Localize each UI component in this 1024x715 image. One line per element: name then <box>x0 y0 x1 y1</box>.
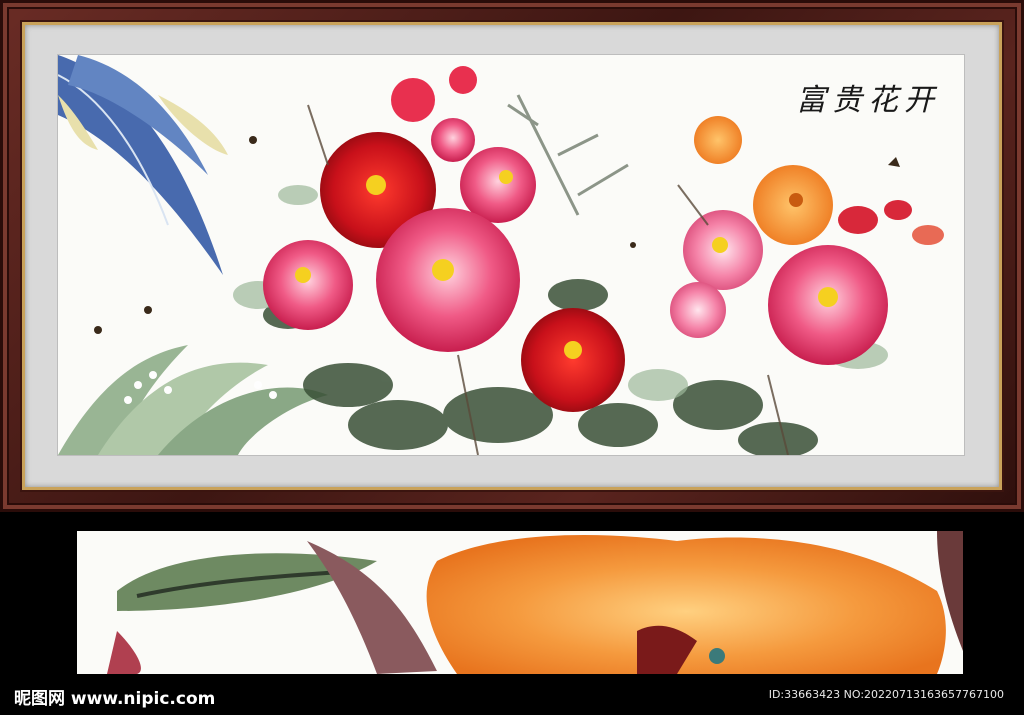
calligraphy-title: 富贵花开 <box>796 83 940 118</box>
painting-detail-crop <box>77 531 963 674</box>
picture-frame: 富贵花开 <box>0 0 1024 512</box>
detail-illustration <box>107 531 963 674</box>
grass-clump <box>58 345 328 455</box>
watermark-site-cn: 昵图网 <box>14 689 65 709</box>
pink-peony-center <box>376 208 520 352</box>
red-bud <box>838 200 944 245</box>
watermark-site: 昵图网 www.nipic.com <box>14 684 215 709</box>
watermark-site-url: www.nipic.com <box>70 689 216 709</box>
banana-leaf <box>58 55 228 275</box>
watermark-id: ID:33663423 NO:20220713163657767100 <box>768 688 1004 701</box>
peony-painting: 富贵花开 <box>58 55 964 455</box>
pink-peony-left <box>263 240 353 330</box>
red-peony-center <box>521 308 625 412</box>
